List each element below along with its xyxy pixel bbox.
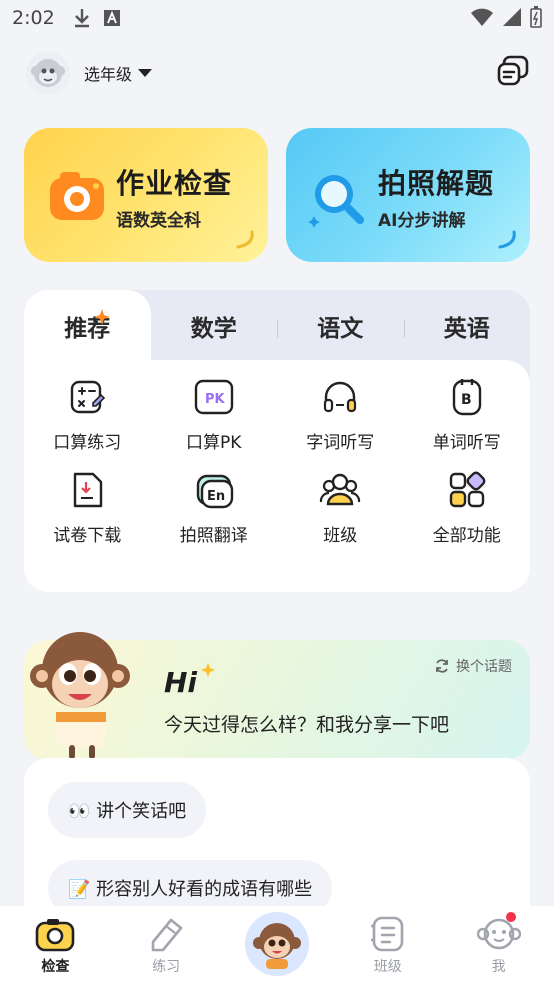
homework-check-subtitle: 语数英全科 [116, 211, 201, 231]
tab-label: 语文 [317, 316, 364, 342]
profile-face-icon [476, 918, 521, 950]
tab-label: 数学 [190, 316, 237, 342]
feature-label: 拍照翻译 [179, 526, 248, 546]
all-features-icon [449, 471, 486, 508]
chevron-down-icon [138, 69, 153, 77]
feature-label: 全部功能 [432, 526, 501, 546]
feature-label: 字词听写 [306, 433, 375, 453]
feature-label: 单词听写 [432, 433, 501, 453]
switch-topic-button[interactable]: 换个话题 [434, 656, 512, 676]
monkey-assistant-icon [253, 923, 301, 969]
feature-math-pk[interactable]: PK 口算PK [151, 374, 278, 453]
svg-text:B: B [461, 392, 472, 408]
nav-me[interactable]: 我 [443, 906, 554, 984]
feature-label: 班级 [323, 526, 358, 546]
chat-greeting: 今天过得怎么样？和我分享一下吧 [164, 714, 450, 736]
tab-english[interactable]: 英语 [403, 290, 531, 362]
nav-label: 班级 [373, 959, 402, 975]
feature-english-dictation[interactable]: B 单词听写 [404, 374, 531, 453]
tools-panel: 推荐 数学 语文 英语 口算练习 PK 口算PK 字词听写 B 单词听写 试卷下… [24, 290, 530, 592]
message-center-icon[interactable] [496, 54, 530, 88]
pencil-icon [151, 918, 183, 952]
app-a-icon [103, 10, 120, 26]
photo-solve-card[interactable]: 拍照解题 AI分步讲解 [286, 128, 530, 262]
battery-icon [530, 6, 542, 28]
tab-chinese[interactable]: 语文 [277, 290, 404, 362]
hi-text: Hi [164, 666, 198, 699]
photo-solve-title: 拍照解题 [378, 167, 495, 200]
nav-label: 检查 [41, 959, 70, 975]
feature-photo-translate[interactable]: En 拍照翻译 [151, 467, 278, 546]
sparkle-icon [201, 663, 215, 677]
math-practice-icon [71, 380, 106, 414]
headphones-icon [324, 381, 357, 413]
download-paper-icon [74, 472, 103, 508]
subject-tabs: 推荐 数学 语文 英语 [24, 290, 530, 362]
signal-icon [503, 8, 521, 26]
feature-class[interactable]: 班级 [277, 467, 404, 546]
top-bar: 选年级 [26, 50, 530, 96]
switch-topic-label: 换个话题 [456, 659, 512, 675]
sparkle-icon [93, 309, 110, 325]
wifi-icon [471, 8, 493, 26]
feature-label: 口算练习 [53, 433, 122, 453]
grade-selector[interactable]: 选年级 [84, 61, 153, 85]
pk-icon: PK [194, 379, 233, 415]
suggestion-chip[interactable]: 👀 讲个笑话吧 [48, 782, 207, 838]
monkey-avatar-icon [31, 59, 65, 87]
class-group-icon [320, 473, 361, 506]
homework-check-title: 作业检查 [116, 167, 233, 200]
feature-paper-download[interactable]: 试卷下载 [24, 467, 151, 546]
decorative-swish-icon [236, 230, 254, 249]
avatar[interactable] [26, 51, 70, 95]
tab-math[interactable]: 数学 [151, 290, 278, 362]
notification-badge [505, 912, 516, 922]
status-time: 2:02 [12, 7, 55, 29]
photo-translate-icon: En [196, 474, 233, 509]
camera-icon [36, 919, 75, 952]
tab-recommended[interactable]: 推荐 [24, 290, 151, 362]
nav-check[interactable]: 检查 [0, 906, 111, 984]
word-dictation-icon: B [452, 379, 481, 416]
refresh-icon [436, 659, 448, 673]
homework-check-card[interactable]: 作业检查 语数英全科 [24, 128, 268, 262]
feature-all[interactable]: 全部功能 [404, 467, 531, 546]
decorative-swish-icon [498, 230, 516, 249]
features-area: 口算练习 PK 口算PK 字词听写 B 单词听写 试卷下载 En 拍照翻译 班级… [24, 360, 530, 592]
features-grid: 口算练习 PK 口算PK 字词听写 B 单词听写 试卷下载 En 拍照翻译 班级… [24, 374, 530, 546]
nav-practice[interactable]: 练习 [111, 906, 222, 984]
monkey-mascot-icon [30, 632, 130, 758]
feature-word-dictation[interactable]: 字词听写 [277, 374, 404, 453]
status-bar: 2:02 [0, 0, 554, 36]
ai-assistant-button[interactable] [245, 912, 309, 976]
nav-label: 练习 [152, 959, 181, 975]
feature-label: 口算PK [186, 433, 242, 453]
tab-label: 英语 [443, 316, 490, 342]
grade-label: 选年级 [84, 65, 133, 84]
magnifier-icon [308, 175, 364, 228]
photo-solve-subtitle: AI分步讲解 [378, 211, 466, 231]
nav-label: 我 [491, 959, 506, 975]
svg-text:PK: PK [205, 392, 226, 407]
nav-class[interactable]: 班级 [332, 906, 443, 984]
class-book-icon [370, 916, 404, 952]
feature-math-practice[interactable]: 口算练习 [24, 374, 151, 453]
svg-text:En: En [207, 489, 225, 504]
camera-icon [50, 172, 104, 220]
feature-label: 试卷下载 [53, 526, 122, 546]
download-icon [74, 9, 89, 28]
